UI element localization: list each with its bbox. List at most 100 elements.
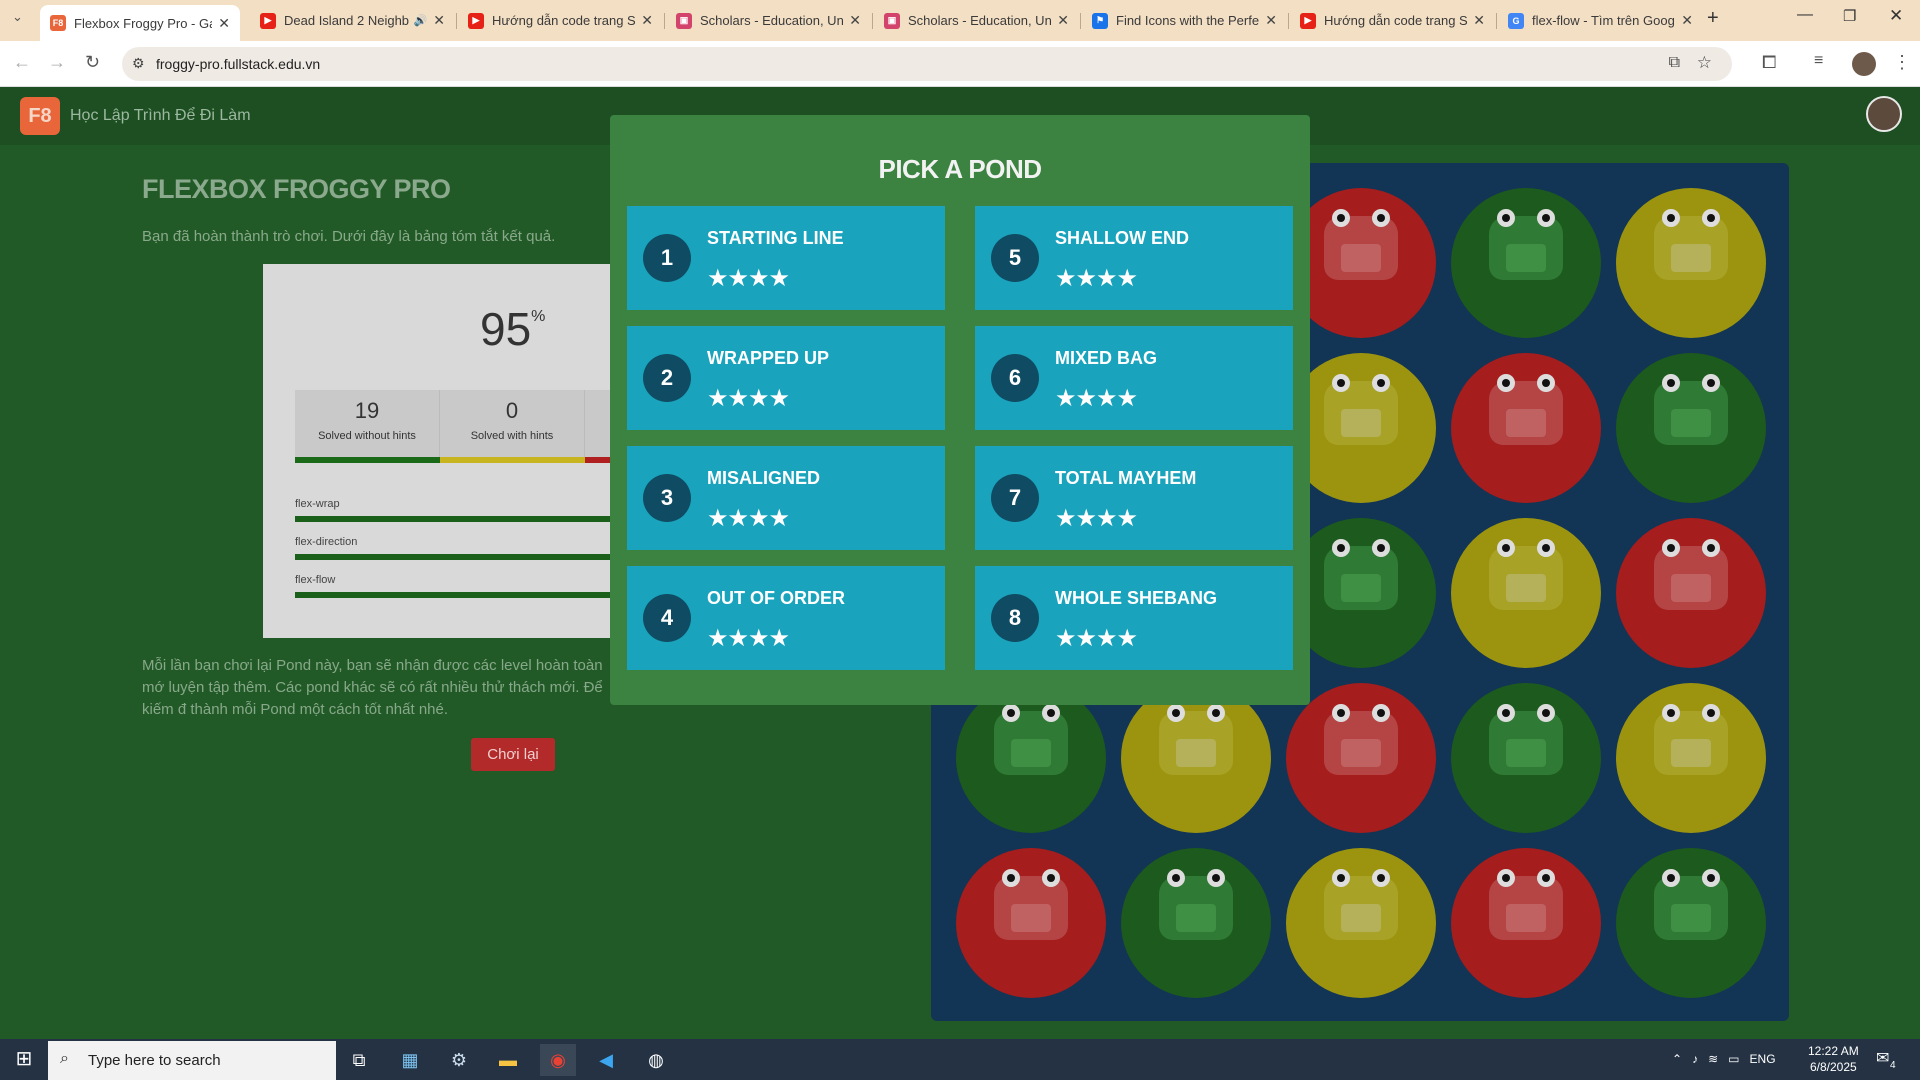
notification-icon[interactable]: ✉	[1876, 1048, 1889, 1068]
stat-solved-without-hints: 19 Solved without hints	[295, 390, 440, 458]
frog-green	[1654, 374, 1728, 445]
tab-title: Find Icons with the Perfec	[1116, 13, 1260, 28]
tab-close-icon[interactable]: ✕	[1265, 12, 1277, 29]
media-control-icon[interactable]: ≡	[1814, 52, 1823, 70]
extensions-icon[interactable]: ⧠	[1762, 52, 1776, 73]
zalo-icon[interactable]: ◍	[638, 1044, 674, 1076]
frog-green	[1324, 539, 1398, 610]
tab-title: flex-flow - Tìm trên Goog	[1532, 13, 1675, 28]
frog-eye	[1497, 539, 1515, 557]
game-title: FLEXBOX FROGGY PRO	[142, 174, 451, 204]
steam-icon[interactable]: ⚙	[441, 1044, 477, 1076]
taskbar-clock[interactable]: 12:22 AM 6/8/2025	[1808, 1043, 1859, 1075]
frog-belly	[1671, 739, 1711, 767]
pond-stars: ★★★★	[707, 385, 790, 412]
browser-tab[interactable]: ▣ Scholars - Education, Univ ✕	[666, 5, 871, 36]
pond-stars: ★★★★	[1055, 385, 1138, 412]
results-intro: Bạn đã hoàn thành trò chơi. Dưới đây là …	[142, 228, 556, 245]
frog-yellow	[1324, 374, 1398, 445]
url-text[interactable]: froggy-pro.fullstack.edu.vn	[156, 56, 320, 72]
tab-close-icon[interactable]: ✕	[1473, 12, 1485, 29]
browser-tab[interactable]: ⚑ Find Icons with the Perfec ✕	[1082, 5, 1287, 36]
bookmark-star-icon[interactable]: ☆	[1697, 53, 1712, 73]
stat-value: 19	[354, 398, 380, 423]
new-tab-button[interactable]: +	[1707, 7, 1719, 30]
tab-close-icon[interactable]: ✕	[641, 12, 653, 29]
tab-search-icon[interactable]: ⌄	[12, 9, 23, 25]
frog-belly	[1176, 739, 1216, 767]
replay-button[interactable]: Chơi lại	[471, 738, 555, 771]
pond-name: MISALIGNED	[707, 468, 821, 488]
volume-icon[interactable]: ♪	[1692, 1052, 1698, 1066]
file-explorer-icon[interactable]: ▬	[490, 1044, 526, 1076]
windows-start-icon[interactable]: ⊞	[0, 1039, 48, 1080]
pond-name: WHOLE SHEBANG	[1055, 588, 1217, 608]
wifi-icon[interactable]: ≋	[1708, 1052, 1718, 1066]
frog-yellow	[1654, 209, 1728, 280]
profile-avatar[interactable]	[1852, 52, 1876, 76]
reload-icon[interactable]: ↻	[85, 52, 100, 73]
frog-eye	[1537, 539, 1555, 557]
language-indicator[interactable]: ENG	[1750, 1052, 1776, 1066]
pond-option-3[interactable]: 3 MISALIGNED ★★★★	[627, 446, 945, 550]
lilypad-yellow	[1121, 683, 1271, 833]
pond-name: TOTAL MAYHEM	[1055, 468, 1197, 488]
frog-eye	[1702, 869, 1720, 887]
system-tray[interactable]: ⌃ ♪ ≋ ▭ ENG	[1672, 1052, 1776, 1066]
minimize-button[interactable]: —	[1797, 6, 1813, 24]
taskbar-search-placeholder[interactable]: Type here to search	[88, 1052, 221, 1069]
score-unit: %	[531, 308, 546, 325]
pond-option-1[interactable]: 1 STARTING LINE ★★★★	[627, 206, 945, 310]
pond-option-7[interactable]: 7 TOTAL MAYHEM ★★★★	[975, 446, 1293, 550]
property-label: flex-flow	[295, 574, 336, 586]
browser-tab[interactable]: ▶ Hướng dẫn code trang Sc ✕	[1290, 5, 1495, 36]
tray-chevron-icon[interactable]: ⌃	[1672, 1052, 1682, 1066]
pond-option-8[interactable]: 8 WHOLE SHEBANG ★★★★	[975, 566, 1293, 670]
restore-button[interactable]: ❐	[1843, 7, 1856, 25]
lilypad-green	[1451, 683, 1601, 833]
close-window-button[interactable]: ✕	[1889, 6, 1903, 26]
browser-tab[interactable]: Gflex-flow - Tìm trên Goog ✕	[1498, 5, 1703, 36]
lilypad-red	[1286, 683, 1436, 833]
pond-option-4[interactable]: 4 OUT OF ORDER ★★★★	[627, 566, 945, 670]
tab-close-icon[interactable]: ✕	[433, 12, 445, 29]
battery-icon[interactable]: ▭	[1728, 1052, 1739, 1066]
tab-close-icon[interactable]: ✕	[849, 12, 861, 29]
pond-option-2[interactable]: 2 WRAPPED UP ★★★★	[627, 326, 945, 430]
browser-tab[interactable]: F8 Flexbox Froggy Pro - Gam ✕	[40, 5, 240, 41]
task-view-icon[interactable]: ⧉	[341, 1044, 377, 1076]
forward-icon[interactable]: →	[48, 52, 66, 73]
property-bar	[295, 592, 623, 598]
chrome-icon[interactable]: ◉	[540, 1044, 576, 1076]
tab-close-icon[interactable]: ✕	[1057, 12, 1069, 29]
tab-close-icon[interactable]: ✕	[218, 15, 230, 32]
tab-audio-icon[interactable]: 🔊	[414, 14, 428, 27]
tab-separator	[664, 13, 665, 29]
pond-option-5[interactable]: 5 SHALLOW END ★★★★	[975, 206, 1293, 310]
back-icon[interactable]: ←	[13, 52, 31, 73]
frog-belly	[1506, 244, 1546, 272]
pond-stars: ★★★★	[707, 625, 790, 652]
pond-number: 6	[991, 354, 1039, 402]
pond-option-6[interactable]: 6 MIXED BAG ★★★★	[975, 326, 1293, 430]
f8-logo[interactable]: F8	[20, 97, 60, 135]
notepad-icon[interactable]: ▦	[392, 1044, 428, 1076]
frog-belly	[1506, 739, 1546, 767]
pond-stars: ★★★★	[1055, 625, 1138, 652]
pond-number: 5	[991, 234, 1039, 282]
youtube-icon: ▶	[260, 12, 276, 29]
user-avatar[interactable]	[1866, 96, 1902, 132]
frog-eye	[1332, 869, 1350, 887]
frog-belly	[1671, 244, 1711, 272]
install-app-icon[interactable]: ⧉	[1669, 54, 1680, 72]
address-bar[interactable]: ⚙ froggy-pro.fullstack.edu.vn ⧉ ☆	[122, 47, 1732, 81]
browser-tab[interactable]: ▶ Hướng dẫn code trang Sc ✕	[458, 5, 663, 36]
frog-yellow	[1324, 869, 1398, 940]
browser-tab[interactable]: ▣ Scholars - Education, Univ ✕	[874, 5, 1079, 36]
tab-close-icon[interactable]: ✕	[1681, 12, 1693, 29]
vscode-icon[interactable]: ◀	[588, 1044, 624, 1076]
score-value: 95%	[480, 303, 546, 355]
browser-tab[interactable]: ▶ Dead Island 2 Neighb 🔊 ✕	[250, 5, 455, 36]
menu-kebab-icon[interactable]: ⋮	[1893, 52, 1911, 73]
site-info-icon[interactable]: ⚙	[132, 55, 145, 72]
